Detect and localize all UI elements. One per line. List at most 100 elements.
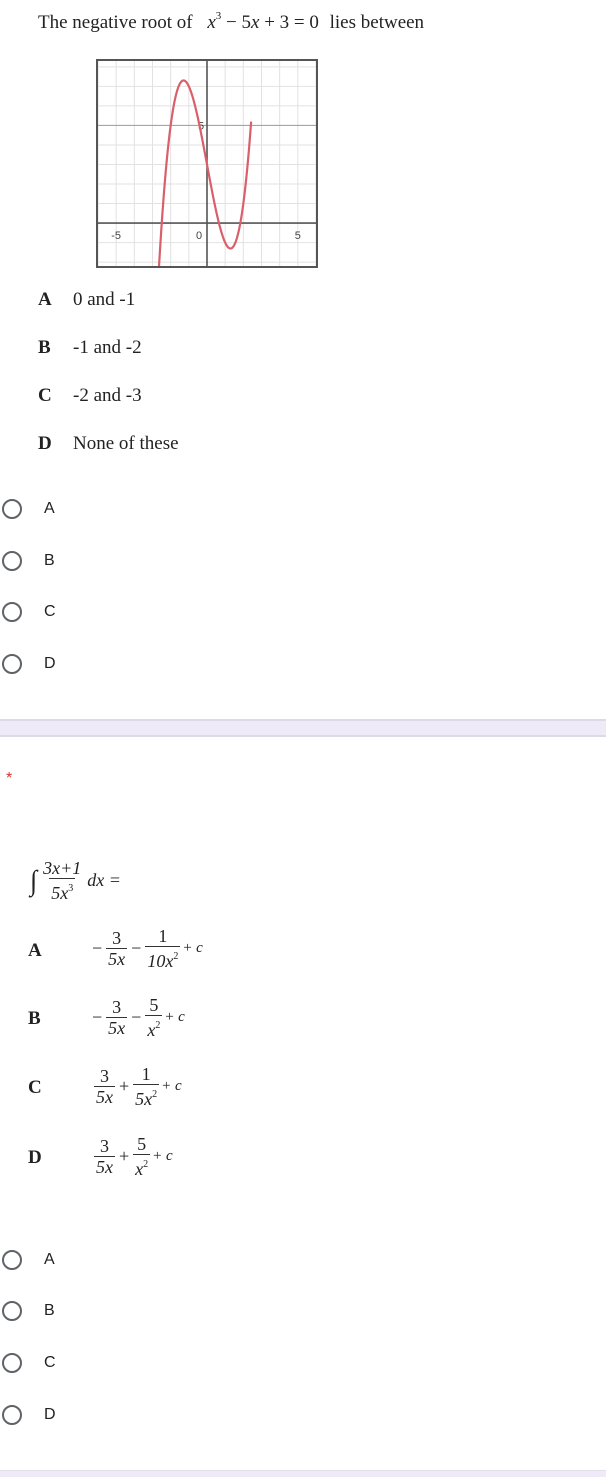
option-letter: A — [38, 289, 52, 310]
den-exponent: 3 — [68, 883, 74, 894]
cubic-graph: -5 0 5 5 — [96, 59, 318, 268]
numerator: 5 — [137, 1134, 147, 1154]
numerator: 3 — [100, 1136, 109, 1156]
question-1-radio-c[interactable]: C — [2, 598, 56, 626]
operator: + — [119, 1146, 130, 1166]
radio-label: C — [44, 1354, 56, 1371]
question-1-text: The negative root of x3 − 5x + 3 = 0 lie… — [38, 10, 424, 34]
radio-button[interactable] — [2, 1301, 22, 1321]
question-1-radio-a[interactable]: A — [2, 495, 55, 523]
question-1-option-b: B -1 and -2 — [38, 337, 142, 359]
fraction-1: 3 5x — [106, 928, 128, 969]
numerator: 3 — [112, 997, 122, 1017]
question-2-prompt: ∫ 3x+1 5x3 dx = — [30, 858, 121, 903]
operator: + — [119, 1076, 130, 1096]
numerator: 3 — [112, 928, 122, 948]
option-letter: C — [38, 385, 52, 406]
constant: + c — [182, 940, 203, 956]
denominator: 5x — [106, 948, 128, 969]
radio-button[interactable] — [2, 654, 22, 674]
question-1-radio-d[interactable]: D — [2, 650, 56, 678]
question-1-option-c: C -2 and -3 — [38, 385, 142, 407]
section-divider — [0, 719, 606, 737]
question-1-prefix: The negative root of — [38, 12, 193, 33]
denominator: 5x — [106, 1017, 128, 1038]
question-1-equation: x3 − 5x + 3 = 0 — [207, 10, 319, 33]
option-letter: B — [38, 337, 51, 358]
denominator: x2 — [133, 1154, 151, 1179]
den-base: 5x — [135, 1089, 153, 1109]
question-2-radio-b[interactable]: B — [2, 1297, 55, 1325]
numerator: 1 — [158, 926, 168, 946]
denominator: 10x2 — [145, 946, 181, 971]
question-1-suffix: lies between — [329, 12, 425, 33]
question-1-radio-b[interactable]: B — [2, 547, 55, 575]
radio-button[interactable] — [2, 499, 22, 519]
operator: − — [131, 1007, 142, 1027]
radio-label: C — [44, 603, 56, 620]
option-text: 0 and -1 — [73, 289, 136, 310]
option-text: -2 and -3 — [73, 385, 142, 406]
radio-label: A — [44, 500, 55, 517]
x-tick-label-5: 5 — [295, 230, 301, 242]
numerator: 3 — [100, 1066, 109, 1086]
den-base: 10x — [147, 951, 174, 971]
radio-label: A — [44, 1251, 55, 1268]
eq-term: − 5 — [221, 12, 251, 33]
operator: − — [131, 938, 142, 958]
fraction-1: 3 5x — [94, 1066, 115, 1107]
radio-button[interactable] — [2, 1405, 22, 1425]
radio-button[interactable] — [2, 551, 22, 571]
den-exponent: 2 — [155, 1020, 161, 1031]
numerator: 1 — [141, 1064, 151, 1084]
question-2-option-letter-a: A — [28, 940, 42, 961]
den-exponent: 2 — [152, 1089, 158, 1100]
numerator: 5 — [149, 995, 159, 1015]
den-exponent: 2 — [143, 1159, 149, 1170]
option-text: None of these — [73, 433, 179, 454]
option-letter: D — [38, 433, 52, 454]
option-text: -1 and -2 — [73, 337, 142, 358]
origin-label: 0 — [196, 230, 202, 242]
constant: + c — [152, 1148, 173, 1164]
denominator: 5x2 — [133, 1084, 160, 1109]
den-base: x — [135, 1159, 144, 1179]
radio-label: B — [44, 1302, 55, 1319]
radio-button[interactable] — [2, 1353, 22, 1373]
fraction-2: 1 5x2 — [133, 1064, 160, 1109]
fraction-numerator: 3x+1 — [43, 858, 82, 878]
question-2-option-b: − 3 5x − 5 x2 + c — [90, 995, 185, 1040]
den-base: 5x — [51, 883, 69, 903]
denominator: x2 — [145, 1015, 163, 1040]
fraction-denominator: 5x3 — [49, 878, 76, 903]
question-2-radio-c[interactable]: C — [2, 1349, 56, 1377]
question-2-radio-d[interactable]: D — [2, 1401, 56, 1429]
prompt-tail: dx = — [87, 870, 121, 890]
denominator: 5x — [94, 1156, 115, 1177]
lead-sign: − — [92, 938, 103, 958]
question-2-radio-a[interactable]: A — [2, 1246, 55, 1274]
constant: + c — [161, 1078, 182, 1094]
question-2-option-d: 3 5x + 5 x2 + c — [92, 1134, 173, 1179]
fraction-1: 3 5x — [94, 1136, 115, 1177]
radio-button[interactable] — [2, 602, 22, 622]
den-exponent: 2 — [173, 951, 179, 962]
x-tick-label-neg5: -5 — [111, 230, 121, 242]
question-1-option-d: D None of these — [38, 433, 179, 455]
radio-label: B — [44, 552, 55, 569]
radio-label: D — [44, 655, 56, 672]
constant: + c — [164, 1009, 185, 1025]
question-2-option-c: 3 5x + 1 5x2 + c — [92, 1064, 182, 1109]
fraction-2: 5 x2 — [133, 1134, 151, 1179]
fraction-2: 1 10x2 — [145, 926, 181, 971]
question-2-option-letter-c: C — [28, 1077, 42, 1098]
radio-button[interactable] — [2, 1250, 22, 1270]
question-2-option-letter-b: B — [28, 1008, 41, 1029]
radio-label: D — [44, 1406, 56, 1423]
required-asterisk: * — [6, 770, 13, 787]
eq-x: x — [207, 12, 216, 33]
eq-term: + 3 = 0 — [259, 12, 319, 33]
fraction-2: 5 x2 — [145, 995, 163, 1040]
question-2-option-a: − 3 5x − 1 10x2 + c — [90, 926, 203, 971]
lead-sign: − — [92, 1007, 103, 1027]
